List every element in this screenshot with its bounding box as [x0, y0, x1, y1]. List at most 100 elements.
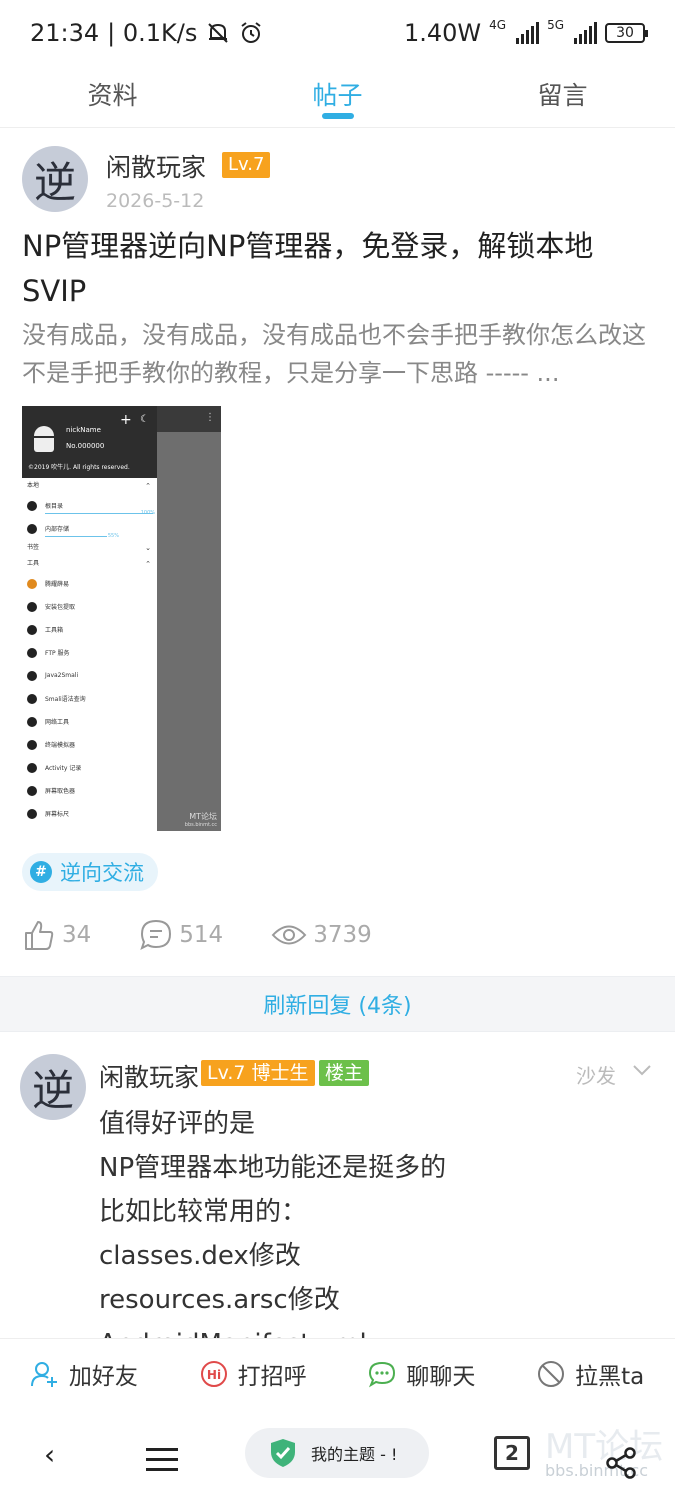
post-stats: 34 514 3739 [22, 912, 420, 958]
tab-profile[interactable]: 资料 [0, 66, 225, 127]
block-icon [538, 1360, 565, 1387]
status-time: 21:34 [30, 19, 100, 47]
chevron-down-icon[interactable] [632, 1063, 652, 1077]
plus-icon: + [120, 412, 132, 428]
my-topics-button[interactable]: 我的主题 - ! [245, 1428, 429, 1478]
block-label: 拉黑ta [575, 1363, 645, 1390]
image-storage-item: 根目录 100% [22, 494, 157, 517]
owner-badge: 楼主 [319, 1060, 370, 1086]
image-copyright: ©2019 吹牛儿. All rights reserved. [28, 464, 130, 471]
thumbs-up-icon [25, 921, 54, 950]
image-section-tools: 工具 ⌃ [27, 560, 151, 568]
signal-icon [516, 22, 540, 44]
post-title[interactable]: NP管理器逆向NP管理器，免登录，解锁本地SVIP [22, 224, 652, 314]
image-tool-item: Java2Smali [22, 664, 157, 687]
image-storage-item: 内部存储 55% [22, 517, 157, 540]
comment-icon [140, 919, 172, 950]
image-nickname: nickName [66, 426, 101, 434]
hashtag-icon: # [30, 861, 52, 883]
share-icon[interactable] [604, 1446, 638, 1480]
mute-icon [208, 23, 229, 43]
image-topbar: ⋮ [157, 406, 221, 432]
reply-line: NP管理器本地功能还是挺多的 [99, 1153, 447, 1183]
image-tool-item: FTP 服务 [22, 641, 157, 664]
avatar-glyph: 逆 [33, 157, 76, 207]
shield-icon [271, 1439, 295, 1467]
my-topics-label: 我的主题 - ! [311, 1445, 398, 1464]
window-count[interactable]: 2 [494, 1436, 530, 1470]
battery-icon: 30 [605, 23, 648, 43]
image-tool-item: 工具箱 [22, 618, 157, 641]
topic-tag-label: 逆向交流 [60, 861, 144, 885]
status-net-5g: 5G [547, 18, 564, 32]
status-net-4g: 4G [489, 18, 507, 32]
reply-author-name[interactable]: 闲散玩家 [99, 1058, 199, 1094]
greet-label: 打招呼 [237, 1363, 307, 1390]
chat-button[interactable]: 聊聊天 [338, 1357, 507, 1391]
author-name[interactable]: 闲散玩家 [106, 148, 206, 184]
view-count: 3739 [313, 922, 372, 948]
status-net-speed: | 0.1K/s [107, 19, 198, 47]
view-stat: 3739 [271, 920, 372, 950]
like-count: 34 [62, 922, 92, 948]
hi-icon: Hi [200, 1360, 227, 1387]
level-badge: Lv.7 [222, 152, 271, 178]
reply-line: 值得好评的是 [99, 1109, 256, 1139]
avatar-glyph: 逆 [31, 1065, 74, 1115]
reply-body: 值得好评的是 NP管理器本地功能还是挺多的 比如比较常用的： classes.d… [99, 1102, 659, 1366]
more-icon: ⋮ [205, 412, 215, 423]
profile-action-bar: 加好友 Hi 打招呼 聊聊天 拉黑ta [0, 1338, 675, 1408]
status-power: 1.40W [403, 19, 482, 47]
image-tool-item: 屏幕标尺 [22, 802, 157, 825]
image-number: No.000000 [66, 442, 105, 450]
post-excerpt[interactable]: 没有成品，没有成品，没有成品也不会手把手教你怎么改这不是手把手教你的教程，只是分… [22, 316, 657, 392]
image-tool-item: 终端模拟器 [22, 733, 157, 756]
status-bar: 21:34 | 0.1K/s 1.40W 4G 5G 30 [0, 0, 675, 66]
add-friend-label: 加好友 [68, 1363, 138, 1390]
reply-level-badge: Lv.7 博士生 [201, 1060, 315, 1086]
reply-line: resources.arsc修改 [99, 1285, 340, 1315]
moon-icon: ☾ [140, 414, 149, 425]
menu-icon[interactable] [146, 1448, 178, 1478]
profile-tabs: 资料 帖子 留言 [0, 66, 675, 128]
reply-line: 比如比较常用的： [99, 1197, 308, 1227]
post-image[interactable]: ⋮ nickName No.000000 ©2019 吹牛儿. All righ… [22, 406, 221, 831]
comment-button[interactable]: 514 [139, 918, 223, 952]
image-tool-item: Smali语法查询 [22, 687, 157, 710]
svg-text:Hi: Hi [207, 1368, 221, 1382]
image-tool-item: 腾耀薛易 [22, 572, 157, 595]
chat-label: 聊聊天 [406, 1363, 476, 1390]
image-section-local: 本地 ⌃ [27, 482, 151, 490]
block-button[interactable]: 拉黑ta [506, 1357, 675, 1391]
back-icon[interactable]: ‹ [44, 1438, 55, 1471]
image-tool-item: 安装包提取 [22, 595, 157, 618]
image-tool-item: 网络工具 [22, 710, 157, 733]
reply-line: classes.dex修改 [99, 1241, 301, 1271]
signal-icon [574, 22, 597, 44]
image-drawer-header: nickName No.000000 ©2019 吹牛儿. All rights… [22, 406, 157, 478]
reply-avatar[interactable]: 逆 [20, 1054, 86, 1120]
chat-icon [369, 1361, 396, 1387]
image-section-bookmark: 书签 ⌄ [27, 544, 151, 552]
add-friend-button[interactable]: 加好友 [0, 1357, 169, 1391]
refresh-replies-button[interactable]: 刷新回复 (4条) [0, 976, 675, 1032]
greet-button[interactable]: Hi 打招呼 [169, 1357, 338, 1391]
floor-label: 沙发 [576, 1064, 616, 1088]
image-drawer: nickName No.000000 ©2019 吹牛儿. All rights… [22, 406, 157, 831]
add-friend-icon [30, 1361, 57, 1387]
like-button[interactable]: 34 [22, 918, 91, 952]
battery-level: 30 [616, 25, 634, 41]
bottom-nav: ‹ 我的主题 - ! 2 MT论坛 bbs.binmt.cc [0, 1408, 675, 1500]
tab-messages[interactable]: 留言 [450, 66, 675, 127]
comment-count: 514 [179, 922, 224, 948]
tab-posts[interactable]: 帖子 [225, 66, 450, 127]
avatar[interactable]: 逆 [22, 146, 88, 212]
image-watermark: MT论坛 bbs.binmt.cc [184, 812, 217, 829]
eye-icon [271, 925, 307, 945]
android-icon [34, 426, 54, 452]
alarm-icon [241, 22, 261, 43]
topic-tag[interactable]: # 逆向交流 [22, 853, 158, 891]
image-tool-item: Activity 记录 [22, 756, 157, 779]
post-date: 2026-5-12 [106, 190, 205, 212]
image-tool-item: 屏幕取色器 [22, 779, 157, 802]
